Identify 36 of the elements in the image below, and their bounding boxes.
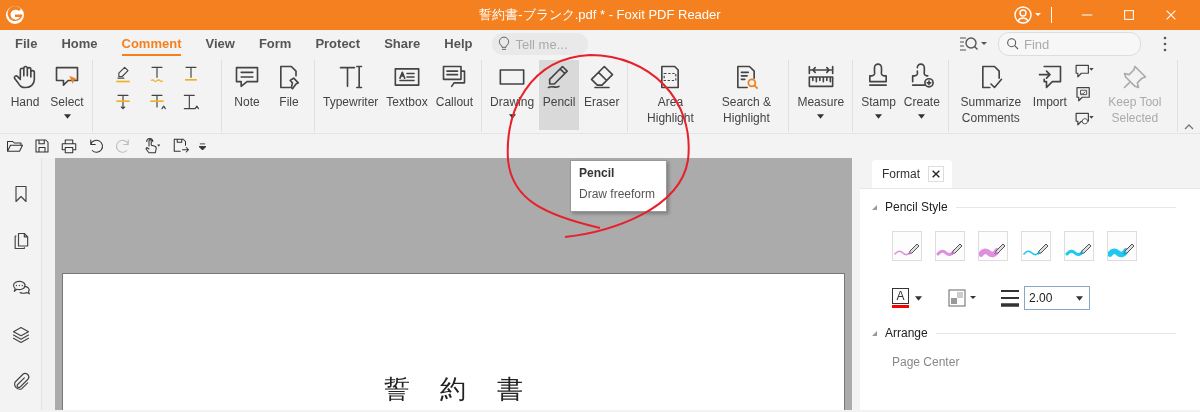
tooltip-title: Pencil: [579, 166, 616, 180]
ribbon-tool-button[interactable]: Textbox: [383, 60, 431, 130]
ribbon-tool-button[interactable]: Typewriter: [320, 60, 382, 130]
line-color-button[interactable]: A: [892, 288, 922, 308]
menu-tab[interactable]: Help: [444, 32, 473, 56]
menu-tab[interactable]: View: [205, 32, 235, 56]
thickness-dropdown[interactable]: 2.00: [1024, 286, 1090, 310]
document-heading: 誓 約 書: [384, 373, 523, 404]
tell-me-box[interactable]: Tell me...: [492, 33, 589, 55]
ribbon-tool-button[interactable]: Pencil: [539, 60, 580, 130]
ribbon-tool-button[interactable]: Eraser: [581, 60, 623, 130]
ribbon-tool-button[interactable]: Measure: [794, 60, 848, 130]
find-field[interactable]: Find: [1024, 33, 1140, 55]
section-title: Arrange: [885, 326, 928, 340]
section-title: Pencil Style: [885, 200, 948, 214]
ribbon-tool-button[interactable]: Stamp: [858, 60, 899, 130]
find-box[interactable]: Find: [998, 32, 1141, 56]
menu-tab[interactable]: Protect: [315, 32, 361, 56]
tell-me-field[interactable]: Tell me...: [515, 33, 589, 55]
ribbon-tool-button[interactable]: File: [269, 60, 309, 130]
window-title: 誓約書-ブランク.pdf * - Foxit PDF Reader: [479, 6, 721, 24]
menu-tab[interactable]: Form: [258, 32, 292, 56]
tooltip-text: Draw freeform: [579, 187, 656, 201]
ribbon-tool-button[interactable]: Hand: [5, 60, 45, 130]
ribbon-tool-button[interactable]: Callout: [432, 60, 477, 130]
ribbon-tool-button[interactable]: Create: [900, 60, 943, 130]
ribbon-tool-button[interactable]: Select: [47, 60, 87, 130]
menu-tab[interactable]: Home: [61, 32, 98, 56]
ribbon-tool-button[interactable]: Import: [1029, 60, 1070, 130]
ribbon-tool-button[interactable]: Search & Highlight: [709, 60, 784, 130]
ribbon-tool-button[interactable]: Summarize Comments: [953, 60, 1028, 130]
subsection-label: Page Center: [891, 354, 961, 369]
menu-tab[interactable]: File: [15, 32, 38, 56]
format-tab[interactable]: Format: [872, 160, 952, 188]
menu-tab[interactable]: Share: [384, 32, 421, 56]
ribbon-tool-button[interactable]: Note: [227, 60, 267, 130]
